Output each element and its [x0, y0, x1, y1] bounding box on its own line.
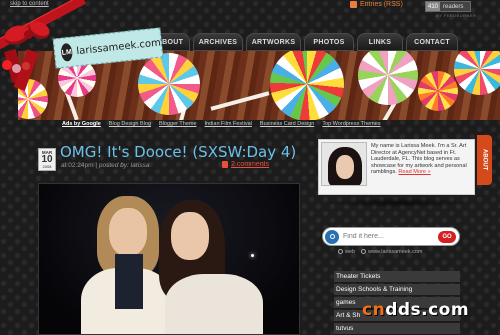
nav-artworks[interactable]: ARTWORKS	[246, 33, 301, 51]
search-option-web[interactable]: web	[338, 249, 355, 255]
rss-entries-link[interactable]: Entries (RSS)	[350, 1, 403, 8]
author-avatar	[321, 142, 367, 186]
search-option-site[interactable]: www.larissameek.com	[361, 249, 423, 255]
radio-icon	[338, 249, 343, 255]
search-options: web www.larissameek.com	[338, 249, 423, 255]
post-time: at 02:24pm	[61, 162, 94, 169]
ad-links-bar: Ads by Google Blog Design Blog Blogger T…	[62, 121, 462, 131]
nav-contact[interactable]: CONTACT	[406, 33, 458, 51]
ads-by-google-label[interactable]: Ads by Google	[62, 121, 101, 131]
read-more-link[interactable]: Read More »	[398, 169, 430, 175]
ad-link[interactable]: Business Card Design	[260, 121, 314, 131]
charm-decoration	[22, 62, 30, 70]
logo-mark: LM	[60, 42, 74, 62]
about-box: My name is Larissa Meek. I'm a Sr. Art D…	[318, 139, 475, 195]
nav-photos[interactable]: PHOTOS	[304, 33, 354, 51]
bow-knot	[24, 30, 33, 39]
rss-label: Entries (RSS)	[360, 1, 403, 8]
search-bar: GO	[322, 227, 460, 246]
charm-decoration	[2, 60, 12, 70]
comments-count: 2 comments	[231, 161, 270, 168]
date-year: 2008	[42, 164, 52, 169]
nav-archives[interactable]: ARCHIVES	[193, 33, 243, 51]
search-option-site-label: www.larissameek.com	[368, 249, 423, 255]
sidebar-ad-item[interactable]: Design Schools & Training	[334, 284, 460, 296]
readers-by-label: BY FEEDBURNER	[436, 13, 477, 18]
watermark-cn: cn	[362, 300, 386, 320]
about-tab[interactable]: ABOUT	[477, 135, 492, 185]
main-nav: ABOUT ARCHIVES ARTWORKS PHOTOS LINKS CON…	[150, 33, 458, 51]
about-shadow	[322, 198, 472, 208]
readers-count: 410	[426, 2, 441, 11]
logo-text: larissameek.com	[75, 36, 162, 57]
post-meta: at 02:24pm | posted by: larissa	[61, 162, 150, 169]
radio-icon	[361, 249, 367, 255]
feed-readers-badge[interactable]: 410 readers	[425, 1, 471, 12]
search-icon	[325, 229, 339, 244]
rss-icon	[350, 1, 357, 8]
date-day: 10	[41, 154, 53, 165]
ad-link[interactable]: Blog Design Blog	[109, 121, 151, 131]
ad-link[interactable]: Blogger Theme	[159, 121, 197, 131]
ad-link[interactable]: Top Wordpress Themes	[322, 121, 380, 131]
comments-link[interactable]: 2 comments	[222, 161, 269, 168]
post-date-badge: MAR 10 2008	[38, 148, 56, 171]
posted-by-label: posted by:	[98, 162, 129, 169]
post-photo	[38, 183, 300, 335]
comment-icon	[222, 161, 228, 168]
nav-links[interactable]: LINKS	[357, 33, 403, 51]
ad-link[interactable]: Indian Film Festival	[205, 121, 252, 131]
search-option-web-label: web	[345, 249, 356, 255]
skip-to-content-link[interactable]: skip to content	[10, 1, 49, 7]
sidebar-ad-item[interactable]: tutvus	[334, 323, 460, 335]
search-input[interactable]	[339, 233, 438, 240]
about-text: My name is Larissa Meek. I'm a Sr. Art D…	[371, 143, 475, 176]
search-go-button[interactable]: GO	[438, 230, 456, 243]
post-title[interactable]: OMG! It's Dooce! (SXSW:Day 4)	[60, 143, 296, 161]
charm-decoration	[12, 64, 21, 73]
watermark: cndds.com	[362, 300, 469, 320]
post-author: larissa	[130, 162, 150, 169]
sidebar-ad-item[interactable]: Theater Tickets	[334, 271, 460, 283]
readers-label: readers	[443, 3, 464, 10]
watermark-rest: dds.com	[385, 300, 470, 320]
